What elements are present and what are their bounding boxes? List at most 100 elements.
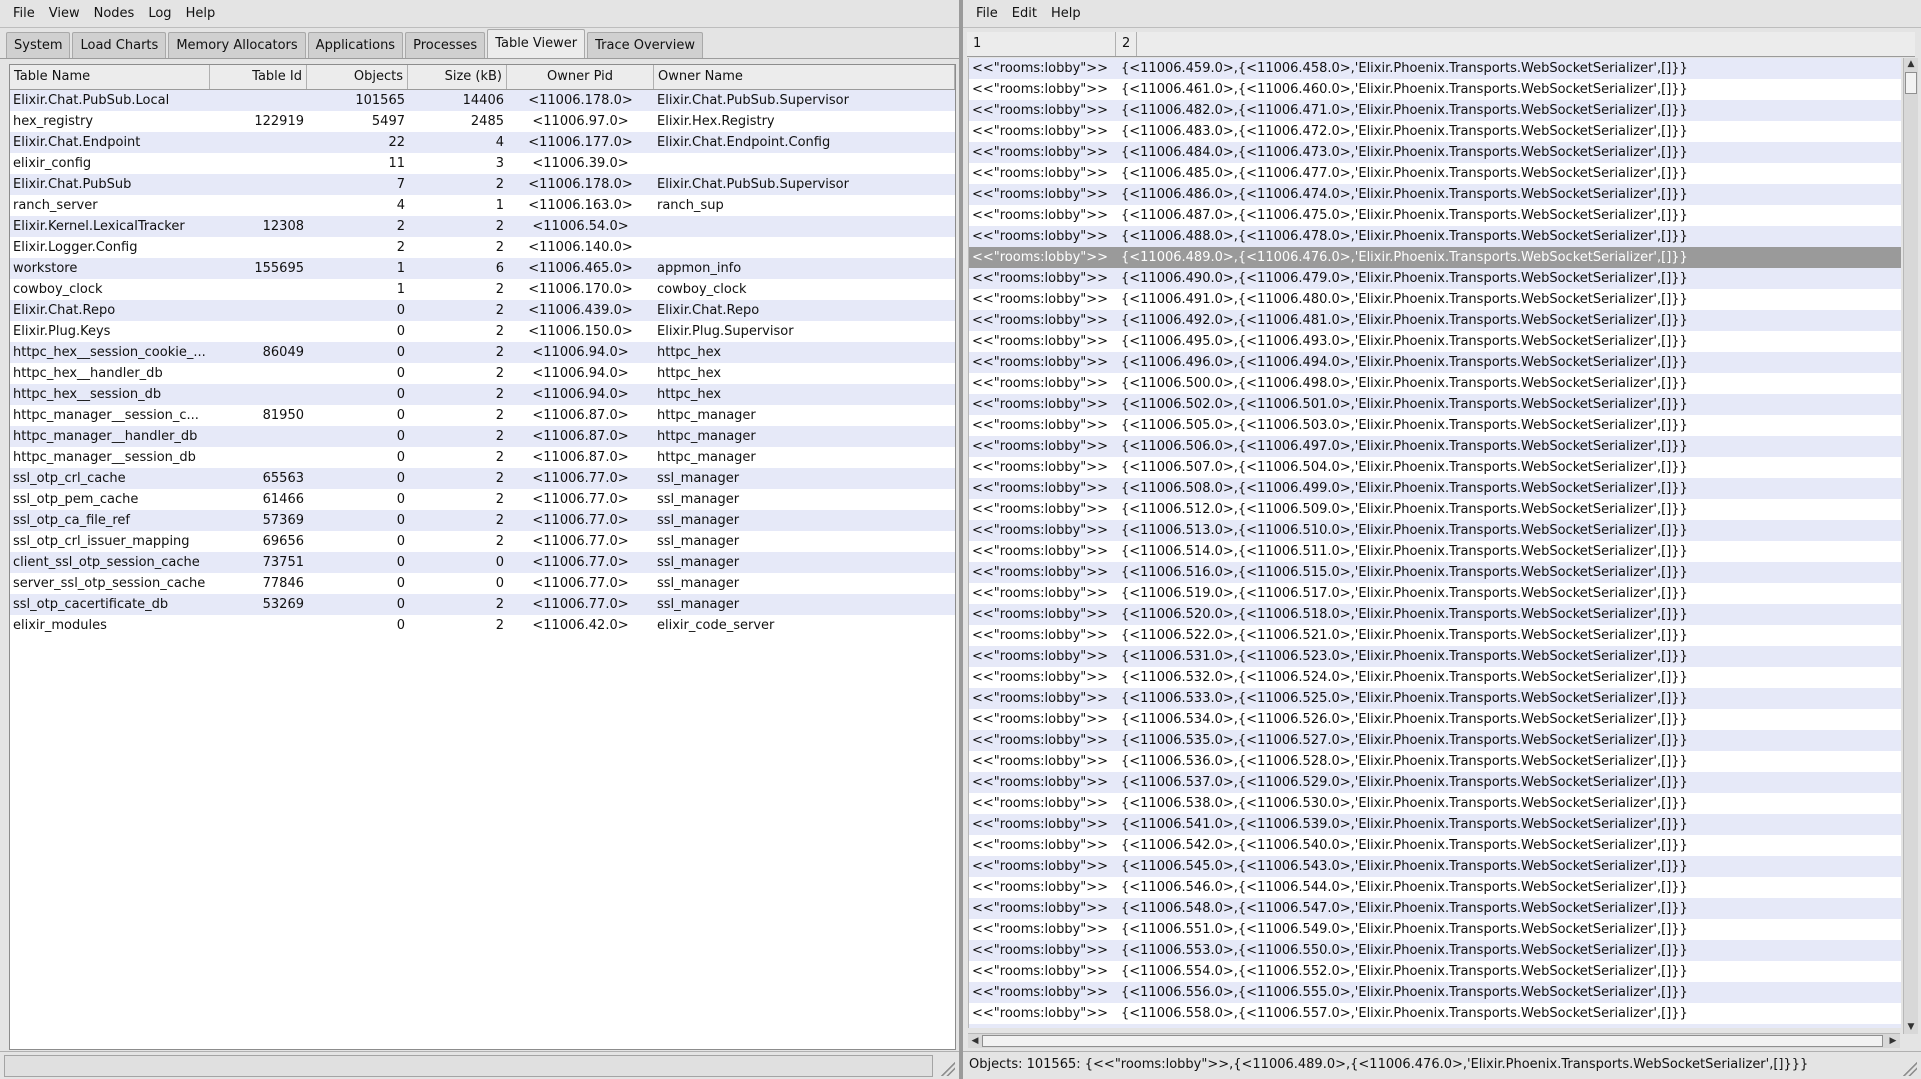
table-row[interactable]: ssl_otp_cacertificate_db 53269 0 2 <11006.77… — [10, 594, 955, 615]
scroll-left-icon[interactable]: ◀ — [968, 1034, 982, 1048]
object-row[interactable]: <<"rooms:lobby">> {<11006.491.0>,{<11006.… — [969, 289, 1901, 310]
table-row[interactable]: Elixir.Plug.Keys 0 2 <11006.150.0> Elixir.Pl… — [10, 321, 955, 342]
object-row[interactable]: <<"rooms:lobby">> {<11006.505.0>,{<11006.… — [969, 415, 1901, 436]
object-row[interactable]: <<"rooms:lobby">> {<11006.553.0>,{<11006.… — [969, 940, 1901, 961]
table-row[interactable]: ssl_otp_ca_file_ref 57369 0 2 <11006.77.0> ss… — [10, 510, 955, 531]
tab-memory-allocators[interactable]: Memory Allocators — [168, 32, 306, 58]
table-row[interactable]: httpc_hex__handler_db 0 2 <11006.94.0> httpc… — [10, 363, 955, 384]
tab-system[interactable]: System — [6, 32, 71, 58]
object-row[interactable]: <<"rooms:lobby">> {<11006.489.0>,{<11006.… — [969, 247, 1901, 268]
object-row[interactable]: <<"rooms:lobby">> {<11006.520.0>,{<11006.… — [969, 604, 1901, 625]
object-row[interactable]: <<"rooms:lobby">> {<11006.532.0>,{<11006.… — [969, 667, 1901, 688]
object-row[interactable]: <<"rooms:lobby">> {<11006.556.0>,{<11006.… — [969, 982, 1901, 1003]
object-row[interactable]: <<"rooms:lobby">> {<11006.533.0>,{<11006.… — [969, 688, 1901, 709]
tab-table-viewer[interactable]: Table Viewer — [487, 29, 586, 58]
scroll-up-icon[interactable]: ▲ — [1904, 58, 1918, 71]
object-row[interactable]: <<"rooms:lobby">>{<11006.560.0>,{<11006.… — [969, 1024, 1901, 1028]
object-row[interactable]: <<"rooms:lobby">> {<11006.554.0>,{<11006.… — [969, 961, 1901, 982]
table-row[interactable]: workstore 155695 1 6 <11006.465.0> appmon_inf… — [10, 258, 955, 279]
column-header-owner-name[interactable]: Owner Name — [654, 65, 955, 89]
resize-grip-icon[interactable] — [939, 1060, 955, 1076]
object-row[interactable]: <<"rooms:lobby">> {<11006.459.0>,{<11006.… — [969, 58, 1901, 79]
table-row[interactable]: ssl_otp_pem_cache 61466 0 2 <11006.77.0> ssl_… — [10, 489, 955, 510]
scroll-right-icon[interactable]: ▶ — [1886, 1034, 1900, 1048]
column-header-1[interactable]: 1 — [967, 32, 1116, 56]
table-row[interactable]: elixir_config 11 3 <11006.39.0> — [10, 153, 955, 174]
tab-trace-overview[interactable]: Trace Overview — [587, 32, 703, 58]
object-row[interactable]: <<"rooms:lobby">> {<11006.548.0>,{<11006.… — [969, 898, 1901, 919]
table-row[interactable]: httpc_hex__session_db 0 2 <11006.94.0> httpc… — [10, 384, 955, 405]
table-row[interactable]: hex_registry 122919 5497 2485 <11006.97.0> El… — [10, 111, 955, 132]
table-row[interactable]: ranch_server 4 1 <11006.163.0> ranch_sup — [10, 195, 955, 216]
tab-applications[interactable]: Applications — [307, 32, 404, 58]
table-row[interactable]: Elixir.Chat.PubSub.Local 101565 14406 <1100… — [10, 90, 955, 111]
column-header-size[interactable]: Size (kB) — [408, 65, 507, 89]
object-row[interactable]: <<"rooms:lobby">> {<11006.541.0>,{<11006.… — [969, 814, 1901, 835]
object-row[interactable]: <<"rooms:lobby">> {<11006.483.0>,{<11006.… — [969, 121, 1901, 142]
horizontal-scrollbar[interactable]: ◀ ▶ — [968, 1033, 1900, 1048]
table-row[interactable]: Elixir.Chat.Endpoint 22 4 <11006.177.0> Elix… — [10, 132, 955, 153]
horizontal-scroll-thumb[interactable] — [982, 1035, 1883, 1047]
menu-file[interactable]: File — [969, 0, 1005, 27]
object-row[interactable]: <<"rooms:lobby">> {<11006.487.0>,{<11006.… — [969, 205, 1901, 226]
object-row[interactable]: <<"rooms:lobby">> {<11006.542.0>,{<11006.… — [969, 835, 1901, 856]
table-row[interactable]: Elixir.Kernel.LexicalTracker 12308 2 2 <1100… — [10, 216, 955, 237]
object-row[interactable]: <<"rooms:lobby">> {<11006.484.0>,{<11006.… — [969, 142, 1901, 163]
object-row[interactable]: <<"rooms:lobby">> {<11006.485.0>,{<11006.… — [969, 163, 1901, 184]
object-row[interactable]: <<"rooms:lobby">> {<11006.512.0>,{<11006.… — [969, 499, 1901, 520]
object-row[interactable]: <<"rooms:lobby">> {<11006.514.0>,{<11006.… — [969, 541, 1901, 562]
scroll-down-icon[interactable]: ▼ — [1904, 1021, 1918, 1034]
object-row[interactable]: <<"rooms:lobby">> {<11006.495.0>,{<11006.… — [969, 331, 1901, 352]
column-header-table-name[interactable]: Table Name — [10, 65, 210, 89]
object-row[interactable]: <<"rooms:lobby">> {<11006.551.0>,{<11006.… — [969, 919, 1901, 940]
vertical-scrollbar[interactable]: ▲ ▼ — [1903, 58, 1918, 1034]
object-row[interactable]: <<"rooms:lobby">> {<11006.538.0>,{<11006.… — [969, 793, 1901, 814]
column-header-owner-pid[interactable]: Owner Pid — [507, 65, 654, 89]
table-row[interactable]: client_ssl_otp_session_cache 73751 0 0 <1100… — [10, 552, 955, 573]
object-row[interactable]: <<"rooms:lobby">> {<11006.537.0>,{<11006.… — [969, 772, 1901, 793]
table-row[interactable]: httpc_manager__session_db 0 2 <11006.87.0> h… — [10, 447, 955, 468]
object-row[interactable]: <<"rooms:lobby">> {<11006.500.0>,{<11006.… — [969, 373, 1901, 394]
vertical-scroll-thumb[interactable] — [1905, 72, 1917, 94]
object-row[interactable]: <<"rooms:lobby">> {<11006.534.0>,{<11006.… — [969, 709, 1901, 730]
column-header-objects[interactable]: Objects — [307, 65, 408, 89]
column-header-2[interactable]: 2 — [1116, 32, 1138, 56]
table-row[interactable]: ssl_otp_crl_cache 65563 0 2 <11006.77.0> ssl_… — [10, 468, 955, 489]
table-row[interactable]: httpc_manager__session_c... 81950 0 2 <11006… — [10, 405, 955, 426]
table-row[interactable]: Elixir.Logger.Config 2 2 <11006.140.0> — [10, 237, 955, 258]
object-row[interactable]: <<"rooms:lobby">> {<11006.492.0>,{<11006.… — [969, 310, 1901, 331]
tab-processes[interactable]: Processes — [405, 32, 486, 58]
object-row[interactable]: <<"rooms:lobby">> {<11006.506.0>,{<11006.… — [969, 436, 1901, 457]
object-row[interactable]: <<"rooms:lobby">> {<11006.522.0>,{<11006.… — [969, 625, 1901, 646]
menu-help[interactable]: Help — [1044, 0, 1088, 27]
table-row[interactable]: Elixir.Chat.PubSub 7 2 <11006.178.0> Elixir.… — [10, 174, 955, 195]
table-row[interactable]: httpc_manager__handler_db 0 2 <11006.87.0> h… — [10, 426, 955, 447]
object-row[interactable]: <<"rooms:lobby">> {<11006.536.0>,{<11006.… — [969, 751, 1901, 772]
object-row[interactable]: <<"rooms:lobby">> {<11006.488.0>,{<11006.… — [969, 226, 1901, 247]
menu-view[interactable]: View — [42, 0, 87, 27]
menu-nodes[interactable]: Nodes — [87, 0, 142, 27]
object-row[interactable]: <<"rooms:lobby">> {<11006.546.0>,{<11006.… — [969, 877, 1901, 898]
table-row[interactable]: elixir_modules 0 2 <11006.42.0> elixir_code_… — [10, 615, 955, 636]
column-header-table-id[interactable]: Table Id — [210, 65, 307, 89]
object-row[interactable]: <<"rooms:lobby">> {<11006.519.0>,{<11006.… — [969, 583, 1901, 604]
resize-grip-icon[interactable] — [1901, 1060, 1917, 1076]
table-row[interactable]: ssl_otp_crl_issuer_mapping 69656 0 2 <11006.… — [10, 531, 955, 552]
object-row[interactable]: <<"rooms:lobby">> {<11006.502.0>,{<11006.… — [969, 394, 1901, 415]
object-row[interactable]: <<"rooms:lobby">> {<11006.545.0>,{<11006.… — [969, 856, 1901, 877]
object-row[interactable]: <<"rooms:lobby">> {<11006.486.0>,{<11006.… — [969, 184, 1901, 205]
menu-help[interactable]: Help — [179, 0, 223, 27]
object-row[interactable]: <<"rooms:lobby">> {<11006.516.0>,{<11006.… — [969, 562, 1901, 583]
table-row[interactable]: cowboy_clock 1 2 <11006.170.0> cowboy_clock — [10, 279, 955, 300]
menu-edit[interactable]: Edit — [1005, 0, 1044, 27]
object-row[interactable]: <<"rooms:lobby">> {<11006.508.0>,{<11006.… — [969, 478, 1901, 499]
object-row[interactable]: <<"rooms:lobby">> {<11006.461.0>,{<11006.… — [969, 79, 1901, 100]
tab-load-charts[interactable]: Load Charts — [72, 32, 167, 58]
table-row[interactable]: server_ssl_otp_session_cache 77846 0 0 <1100… — [10, 573, 955, 594]
object-row[interactable]: <<"rooms:lobby">> {<11006.482.0>,{<11006.… — [969, 100, 1901, 121]
object-row[interactable]: <<"rooms:lobby">> {<11006.507.0>,{<11006.… — [969, 457, 1901, 478]
object-row[interactable]: <<"rooms:lobby">> {<11006.535.0>,{<11006.… — [969, 730, 1901, 751]
menu-log[interactable]: Log — [141, 0, 178, 27]
object-row[interactable]: <<"rooms:lobby">> {<11006.531.0>,{<11006.… — [969, 646, 1901, 667]
table-row[interactable]: Elixir.Chat.Repo 0 2 <11006.439.0> Elixir.Ch… — [10, 300, 955, 321]
